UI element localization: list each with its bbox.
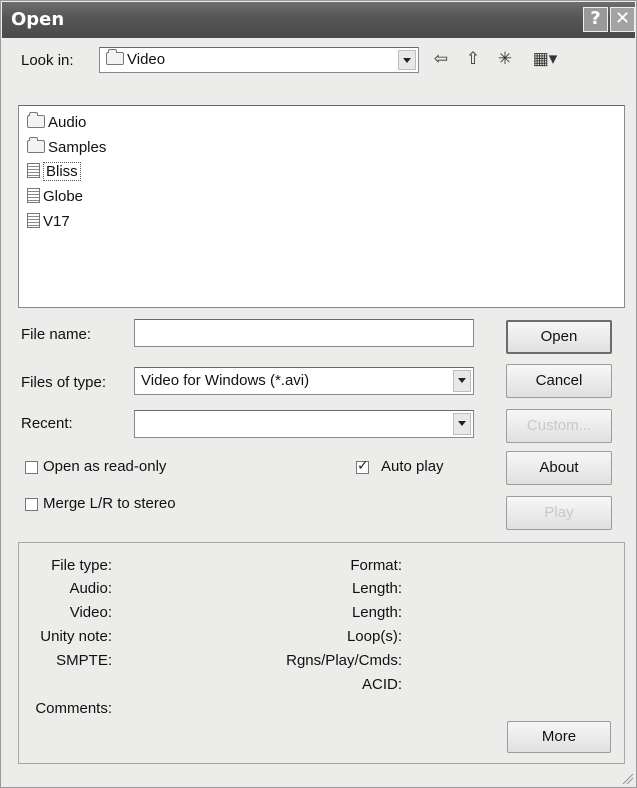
list-item[interactable]: Samples: [27, 137, 106, 156]
file-info-panel: File type: Audio: Video: Unity note: SMP…: [18, 542, 625, 764]
file-type-label: File type:: [51, 557, 112, 574]
open-dialog: Open ? ✕ Look in: Video ⇦ ⇧ ✳ ▦▾ Audio S…: [0, 0, 637, 788]
folder-icon: [27, 112, 45, 128]
list-item[interactable]: Globe: [27, 188, 83, 205]
up-folder-icon[interactable]: ⇧: [461, 49, 485, 71]
video-length-label: Length:: [351, 604, 402, 621]
look-in-label: Look in:: [21, 52, 74, 69]
file-list[interactable]: Audio Samples Bliss Globe V17: [18, 105, 625, 308]
file-name-field[interactable]: [134, 319, 474, 347]
video-file-icon: [27, 163, 40, 178]
chevron-down-icon[interactable]: [453, 413, 471, 435]
loops-label: Loop(s):: [346, 628, 402, 645]
look-in-select[interactable]: Video: [99, 47, 419, 73]
new-folder-icon[interactable]: ✳: [493, 49, 517, 71]
read-only-checkbox[interactable]: [25, 461, 38, 474]
audio-label: Audio:: [69, 580, 112, 597]
unity-note-label: Unity note:: [40, 628, 112, 645]
acid-label: ACID:: [361, 676, 402, 693]
view-menu-icon[interactable]: ▦▾: [529, 49, 561, 71]
audio-length-label: Length:: [351, 580, 402, 597]
auto-play-checkbox[interactable]: [356, 458, 369, 474]
files-of-type-value: Video for Windows (*.avi): [141, 372, 310, 389]
close-button[interactable]: ✕: [610, 7, 635, 32]
title-bar[interactable]: Open ? ✕: [2, 2, 635, 38]
auto-play-label: Auto play: [381, 458, 444, 475]
files-of-type-select[interactable]: Video for Windows (*.avi): [134, 367, 474, 395]
chevron-down-icon[interactable]: [453, 370, 471, 392]
regions-label: Rgns/Play/Cmds:: [286, 652, 402, 669]
comments-label: Comments:: [35, 700, 112, 717]
chevron-down-icon[interactable]: [398, 50, 416, 70]
open-button[interactable]: Open: [506, 320, 612, 354]
custom-button[interactable]: Custom...: [506, 409, 612, 443]
format-label: Format:: [350, 557, 402, 574]
resize-grip-icon[interactable]: [621, 772, 633, 784]
files-of-type-label: Files of type:: [21, 374, 107, 391]
file-name-label: File name:: [21, 326, 92, 343]
smpte-label: SMPTE:: [56, 652, 112, 669]
video-file-icon: [27, 188, 40, 203]
play-button[interactable]: Play: [506, 496, 612, 530]
read-only-label: Open as read-only: [43, 458, 167, 475]
about-button[interactable]: About: [506, 451, 612, 485]
recent-label: Recent:: [21, 415, 73, 432]
list-item[interactable]: V17: [27, 213, 70, 230]
merge-stereo-checkbox[interactable]: [25, 498, 38, 511]
folder-icon: [106, 49, 124, 65]
dialog-title: Open: [11, 9, 65, 30]
list-item[interactable]: Bliss: [27, 162, 81, 181]
folder-icon: [27, 137, 45, 153]
list-item[interactable]: Audio: [27, 112, 86, 131]
cancel-button[interactable]: Cancel: [506, 364, 612, 398]
video-file-icon: [27, 213, 40, 228]
video-label: Video:: [69, 604, 112, 621]
more-button[interactable]: More: [507, 721, 611, 753]
back-icon[interactable]: ⇦: [429, 49, 453, 71]
merge-stereo-label: Merge L/R to stereo: [43, 495, 176, 512]
recent-select[interactable]: [134, 410, 474, 438]
help-button[interactable]: ?: [583, 7, 608, 32]
look-in-value: Video: [127, 51, 166, 68]
